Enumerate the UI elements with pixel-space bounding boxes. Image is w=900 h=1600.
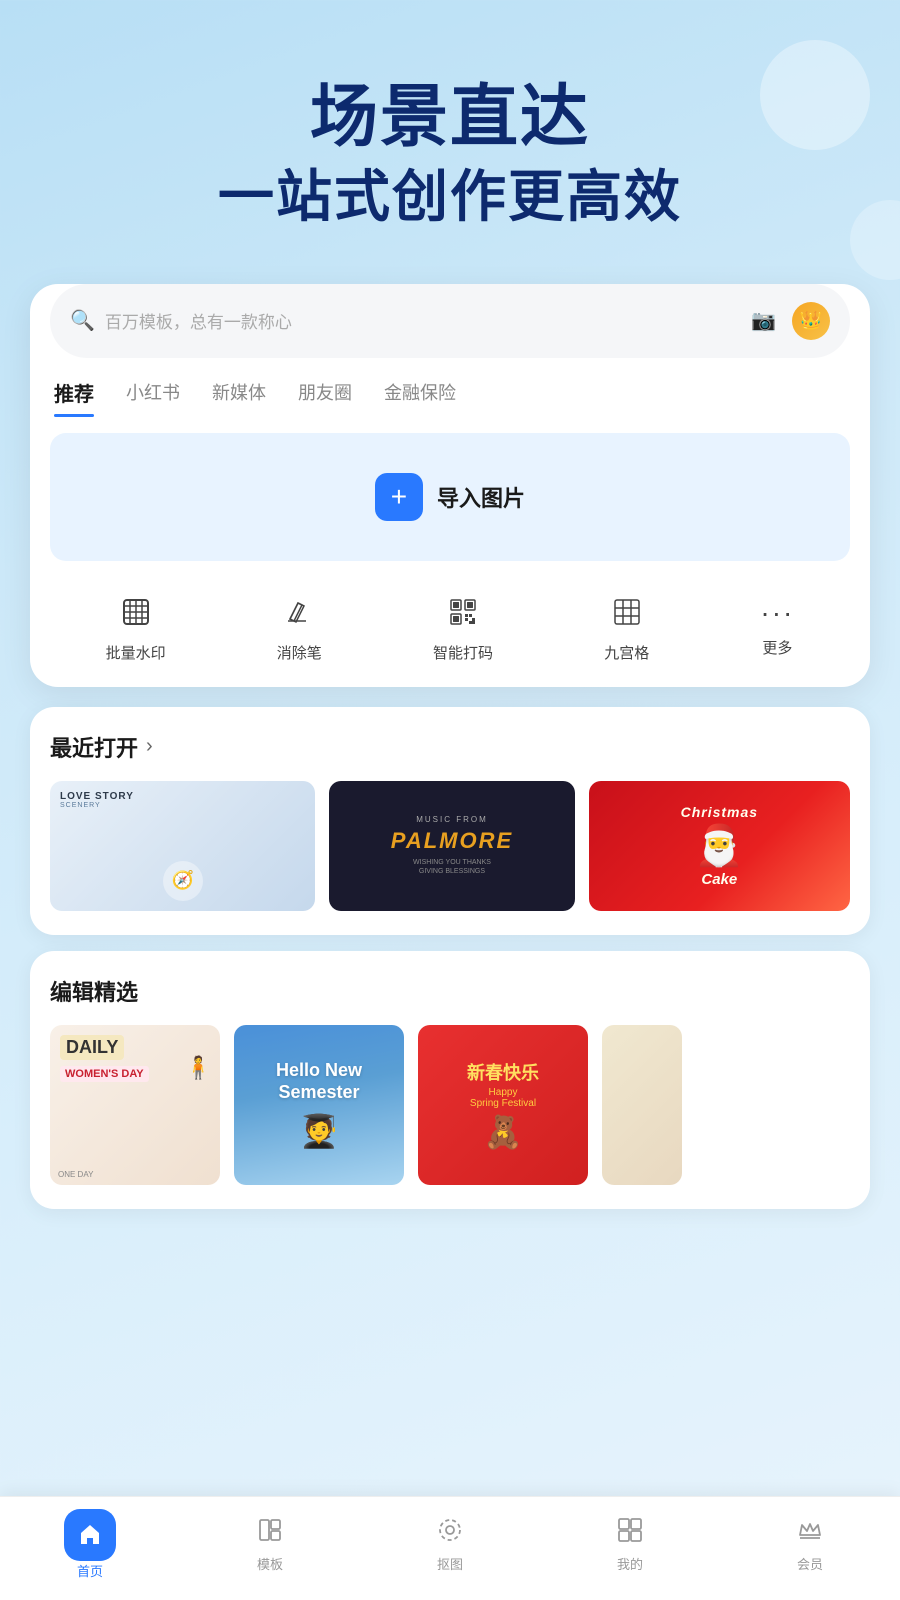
import-label: 导入图片 <box>437 481 525 513</box>
tab-finance[interactable]: 金融保险 <box>384 379 456 415</box>
template-icon <box>257 1517 283 1550</box>
pick-hello-new-semester[interactable]: Hello NewSemester 🧑‍🎓 <box>234 1025 404 1185</box>
christmas-santa-emoji: 🎅 <box>694 822 744 869</box>
spring-bear-emoji: 🧸 <box>483 1113 523 1151</box>
christmas-title: Christmas <box>681 804 758 820</box>
editor-picks-title: 编辑精选 <box>50 975 138 1007</box>
nav-template[interactable]: 模板 <box>180 1517 360 1573</box>
pick-extra[interactable] <box>602 1025 682 1185</box>
tab-xiaohongshu[interactable]: 小红书 <box>126 379 180 415</box>
tab-newmedia[interactable]: 新媒体 <box>212 379 266 415</box>
palmore-wrapper: MUSIC FROM PALMORE WISHING YOU THANKSGIV… <box>391 815 513 878</box>
spring-sub: HappySpring Festival <box>470 1087 536 1109</box>
nav-mine-label: 我的 <box>617 1554 643 1573</box>
tools-row: 批量水印 消除笔 <box>30 577 870 687</box>
tool-watermark-label: 批量水印 <box>106 642 166 663</box>
editor-picks-thumbnails-row: DAILY WOMEN'S DAY 🧍 ONE DAY Hello NewSem… <box>50 1025 850 1185</box>
palmore-top: MUSIC FROM <box>391 815 513 824</box>
nav-home[interactable]: 首页 <box>0 1509 180 1580</box>
nav-cutout-label: 抠图 <box>437 1554 463 1573</box>
bottom-nav: 首页 模板 抠图 我的 <box>0 1496 900 1600</box>
nav-vip-label: 会员 <box>797 1554 823 1573</box>
recent-section: 最近打开 › LOVE STORY SCENERY 🧭 MUSIC FROM P… <box>30 707 870 935</box>
nav-vip[interactable]: 会员 <box>720 1517 900 1573</box>
hello-new-semester-text: Hello NewSemester <box>276 1060 362 1103</box>
tool-eraser[interactable]: 消除笔 <box>277 597 322 663</box>
tab-moments[interactable]: 朋友圈 <box>298 379 352 415</box>
mine-icon <box>617 1517 643 1550</box>
nav-mine[interactable]: 我的 <box>540 1517 720 1573</box>
tool-more[interactable]: ··· 更多 <box>760 597 794 663</box>
womens-day-label: WOMEN'S DAY <box>60 1066 149 1082</box>
palmore-title: PALMORE <box>391 828 513 853</box>
tool-qrcode-label: 智能打码 <box>433 642 493 663</box>
recent-item-christmas[interactable]: Christmas 🎅 Cake <box>589 781 850 911</box>
import-area[interactable]: + 导入图片 <box>50 433 850 561</box>
crown-symbol: 👑 <box>800 310 822 331</box>
home-icon <box>77 1522 103 1548</box>
tool-grid-label: 九宫格 <box>604 642 649 663</box>
qrcode-icon <box>448 597 478 634</box>
editor-picks-section: 编辑精选 DAILY WOMEN'S DAY 🧍 ONE DAY Hello N… <box>30 951 870 1209</box>
tool-grid[interactable]: 九宫格 <box>604 597 649 663</box>
home-icon-wrap <box>64 1509 116 1561</box>
tool-qrcode[interactable]: 智能打码 <box>433 597 493 663</box>
daily-person-emoji: 🧍 <box>185 1055 212 1081</box>
pick-spring-festival[interactable]: 新春快乐 HappySpring Festival 🧸 <box>418 1025 588 1185</box>
daily-label: DAILY <box>60 1035 124 1060</box>
spring-title: 新春快乐 <box>467 1059 539 1085</box>
page-bottom-padding <box>0 1225 900 1345</box>
search-bar[interactable]: 🔍 百万模板，总有一款称心 📷 👑 <box>50 284 850 358</box>
crown-icon[interactable]: 👑 <box>792 302 830 340</box>
tool-watermark[interactable]: 批量水印 <box>106 597 166 663</box>
search-icon: 🔍 <box>70 308 95 333</box>
eraser-icon <box>284 597 314 634</box>
hero-title: 场景直达 <box>40 80 860 155</box>
tool-eraser-label: 消除笔 <box>277 642 322 663</box>
tab-recommend[interactable]: 推荐 <box>54 378 94 417</box>
palmore-bottom: WISHING YOU THANKSGIVING BLESSINGS <box>391 858 513 878</box>
vip-icon <box>797 1517 823 1550</box>
camera-icon[interactable]: 📷 <box>751 308 776 333</box>
hello-student-emoji: 🧑‍🎓 <box>299 1112 339 1150</box>
recent-header: 最近打开 › <box>50 731 850 763</box>
grid-icon <box>612 597 642 634</box>
recent-title: 最近打开 <box>50 731 138 763</box>
pick-daily[interactable]: DAILY WOMEN'S DAY 🧍 ONE DAY <box>50 1025 220 1185</box>
nav-home-label: 首页 <box>77 1561 103 1580</box>
hero-subtitle: 一站式创作更高效 <box>40 163 860 230</box>
daily-bottom-text: ONE DAY <box>58 1170 93 1179</box>
editor-picks-header: 编辑精选 <box>50 975 850 1007</box>
nav-cutout[interactable]: 抠图 <box>360 1517 540 1573</box>
nav-template-label: 模板 <box>257 1554 283 1573</box>
lovestory-title: LOVE STORY <box>60 791 134 802</box>
search-placeholder-text: 百万模板，总有一款称心 <box>105 308 751 333</box>
lovestory-sub: SCENERY <box>60 802 101 809</box>
recent-arrow[interactable]: › <box>146 735 153 758</box>
recent-item-lovestory[interactable]: LOVE STORY SCENERY 🧭 <box>50 781 315 911</box>
deco-circle-1 <box>760 40 870 150</box>
import-plus-button[interactable]: + <box>375 473 423 521</box>
lovestory-compass: 🧭 <box>163 861 203 901</box>
christmas-cake-label: Cake <box>701 871 737 888</box>
recent-item-palmore[interactable]: MUSIC FROM PALMORE WISHING YOU THANKSGIV… <box>329 781 574 911</box>
tabs-row: 推荐 小红书 新媒体 朋友圈 金融保险 <box>30 358 870 417</box>
watermark-icon <box>121 597 151 634</box>
cutout-icon <box>437 1517 463 1550</box>
plus-icon: + <box>391 481 407 513</box>
recent-thumbnails-row: LOVE STORY SCENERY 🧭 MUSIC FROM PALMORE … <box>50 781 850 911</box>
hero-section: 场景直达 一站式创作更高效 <box>0 0 900 260</box>
main-card: 🔍 百万模板，总有一款称心 📷 👑 推荐 小红书 新媒体 朋友圈 金融保险 + … <box>30 284 870 687</box>
more-icon: ··· <box>760 597 794 629</box>
tool-more-label: 更多 <box>762 637 792 658</box>
